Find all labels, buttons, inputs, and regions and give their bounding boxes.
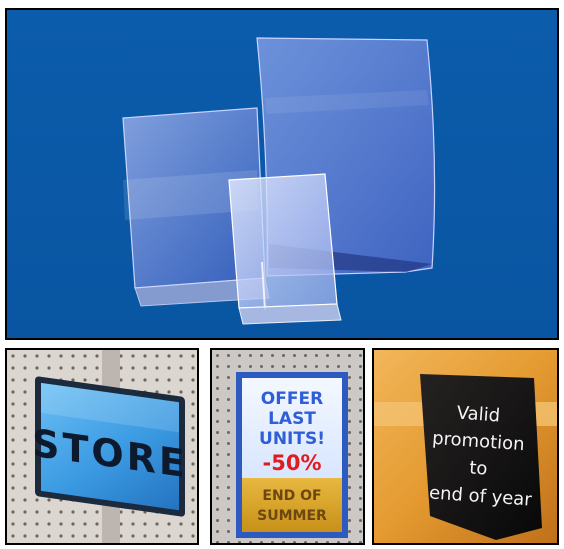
store-sign-photo: STORE bbox=[5, 348, 199, 545]
store-sign: STORE bbox=[32, 376, 188, 517]
offer-footer-1: END OF bbox=[262, 488, 321, 504]
acrylic-holders-photo bbox=[5, 8, 559, 340]
promo-sign: Valid promotion to end of year bbox=[420, 374, 542, 540]
promo-line-1: Valid bbox=[456, 403, 501, 427]
offer-line-3: UNITS! bbox=[259, 429, 325, 449]
offer-sign-illustration: OFFER LAST UNITS! -50% END OF SUMMER bbox=[212, 350, 363, 543]
acrylic-holders-illustration bbox=[7, 10, 557, 338]
offer-footer-2: SUMMER bbox=[257, 508, 327, 524]
offer-sign-photo: OFFER LAST UNITS! -50% END OF SUMMER bbox=[210, 348, 365, 545]
small-holder bbox=[228, 173, 342, 325]
offer-discount: -50% bbox=[263, 451, 322, 475]
store-sign-illustration: STORE bbox=[7, 350, 197, 543]
offer-line-1: OFFER bbox=[261, 389, 323, 409]
offer-line-2: LAST bbox=[268, 409, 316, 429]
promo-sign-illustration: Valid promotion to end of year bbox=[374, 350, 557, 543]
promo-line-3: to bbox=[469, 457, 488, 479]
offer-sign: OFFER LAST UNITS! -50% END OF SUMMER bbox=[236, 372, 348, 538]
promo-sign-photo: Valid promotion to end of year bbox=[372, 348, 559, 545]
